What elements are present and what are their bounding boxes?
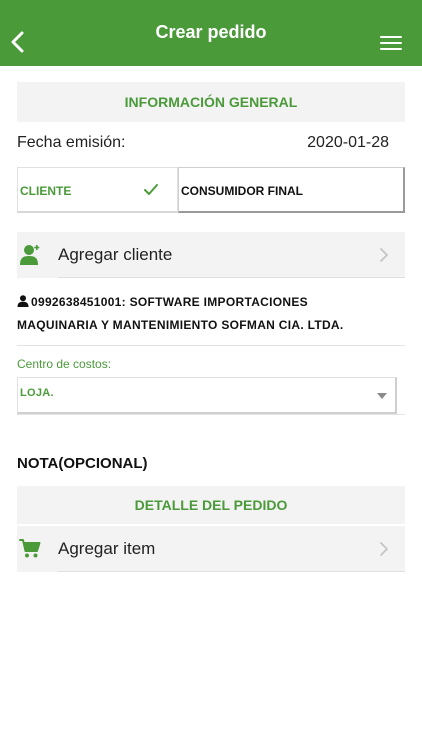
nota-opcional-label[interactable]: NOTA(OPCIONAL) xyxy=(17,455,148,472)
check-icon xyxy=(144,184,158,195)
add-user-icon xyxy=(20,245,40,265)
fecha-emision-row: Fecha emisión: 2020-01-28 xyxy=(17,134,389,156)
add-item-row[interactable]: Agregar item xyxy=(17,526,405,572)
add-client-row[interactable]: Agregar cliente xyxy=(17,232,405,278)
dropdown-icon xyxy=(377,393,387,399)
client-name-line: MAQUINARIA Y MANTENIMIENTO SOFMAN CIA. L… xyxy=(17,318,344,332)
person-icon xyxy=(17,295,29,307)
row-divider xyxy=(58,571,405,572)
add-client-label: Agregar cliente xyxy=(58,245,173,264)
section-detalle-pedido: DETALLE DEL PEDIDO xyxy=(17,486,405,524)
segment-cliente[interactable]: CLIENTE xyxy=(17,167,178,213)
segment-consumidor-final[interactable]: CONSUMIDOR FINAL xyxy=(178,167,405,213)
page-title: Crear pedido xyxy=(155,22,267,42)
fecha-emision-label: Fecha emisión: xyxy=(17,134,126,151)
client-id-line: 0992638451001: SOFTWARE IMPORTACIONES xyxy=(17,291,405,314)
selected-client-info: 0992638451001: SOFTWARE IMPORTACIONES MA… xyxy=(17,291,405,337)
chevron-right-icon xyxy=(380,542,388,556)
menu-icon[interactable] xyxy=(380,36,402,50)
cart-icon xyxy=(19,539,41,558)
segment-consumidor-label: CONSUMIDOR FINAL xyxy=(181,184,303,198)
centro-costos-select[interactable]: LOJA. xyxy=(17,377,397,414)
add-item-label: Agregar item xyxy=(58,539,156,558)
segment-cliente-label: CLIENTE xyxy=(20,184,72,198)
app-header: Crear pedido xyxy=(0,0,422,66)
client-id-text: 0992638451001: SOFTWARE IMPORTACIONES xyxy=(31,295,308,309)
chevron-right-icon xyxy=(380,248,388,262)
section-general-info: INFORMACIÓN GENERAL xyxy=(17,82,405,122)
row-divider xyxy=(58,277,405,278)
divider xyxy=(17,414,405,415)
divider xyxy=(17,345,405,346)
fecha-emision-value[interactable]: 2020-01-28 xyxy=(307,134,389,152)
centro-costos-label: Centro de costos: xyxy=(17,357,112,371)
centro-costos-value: LOJA. xyxy=(20,387,54,399)
